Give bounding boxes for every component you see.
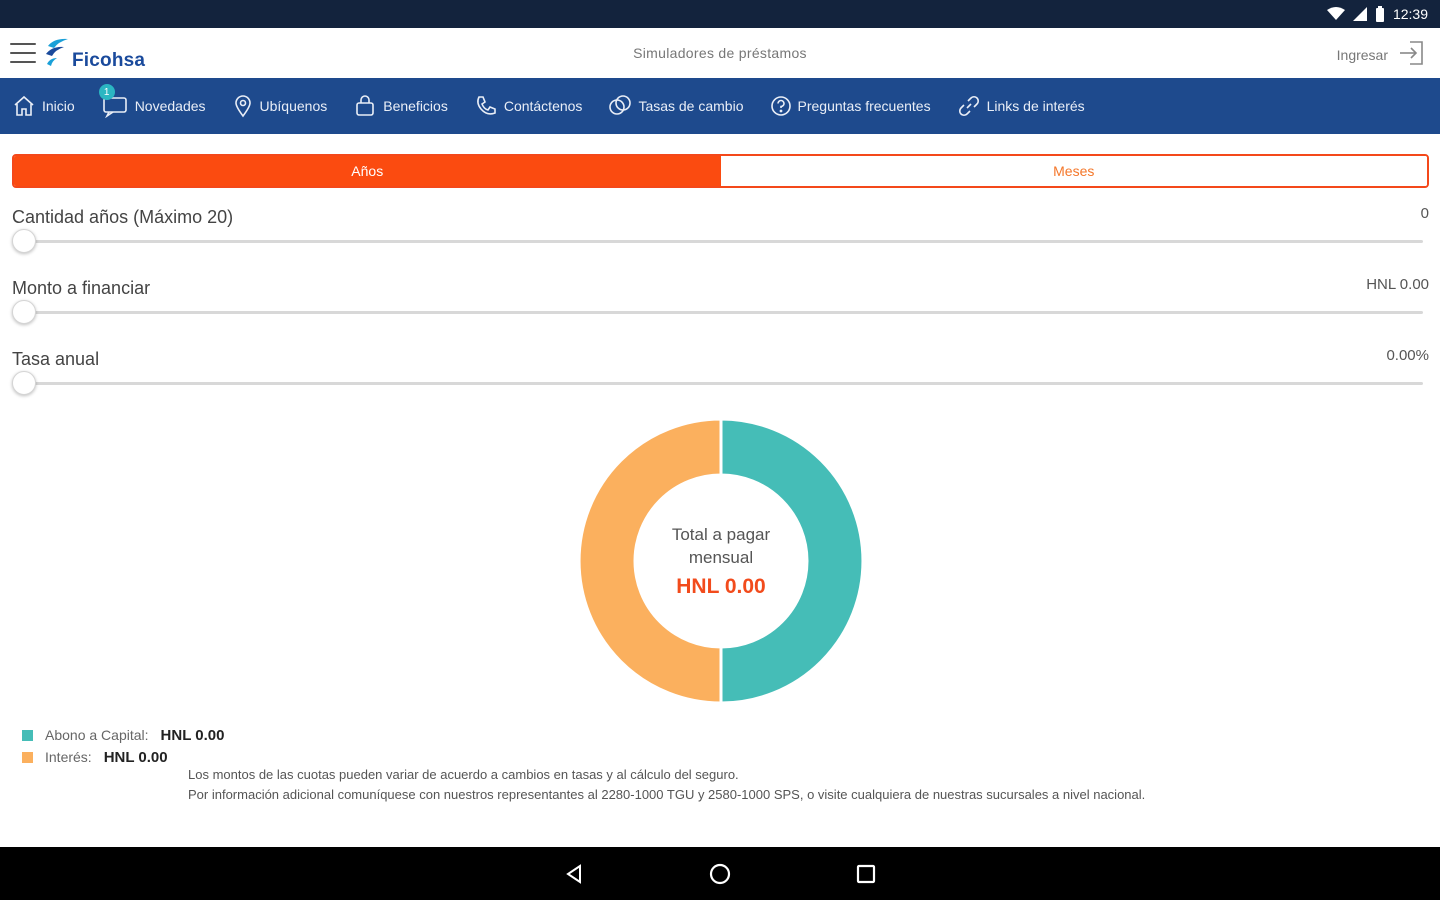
nav-label: Preguntas frecuentes xyxy=(797,98,931,114)
wifi-icon xyxy=(1326,7,1345,21)
nav-label: Links de interés xyxy=(986,98,1085,114)
slice-interes xyxy=(577,417,723,705)
slider-label: Cantidad años (Máximo 20) xyxy=(12,207,234,227)
login-icon xyxy=(1396,38,1426,71)
chart-legend: Abono a Capital: HNL 0.00 Interés: HNL 0… xyxy=(22,724,224,768)
slider-label: Tasa anual xyxy=(12,349,100,369)
tab-anos[interactable]: Años xyxy=(14,156,721,186)
location-pin-icon xyxy=(234,95,251,118)
back-icon xyxy=(566,863,581,884)
home-button[interactable] xyxy=(702,856,738,892)
slider-value: HNL 0.00 xyxy=(1366,276,1429,293)
notification-badge: 1 xyxy=(98,84,115,100)
back-button[interactable] xyxy=(556,856,592,892)
nav-item-inicio[interactable]: Inicio xyxy=(12,94,75,118)
legend-label: Interés: xyxy=(45,749,92,765)
nav-label: Ubíquenos xyxy=(259,98,328,114)
nav-label: Tasas de cambio xyxy=(638,98,744,114)
recents-icon xyxy=(856,864,876,883)
disclaimer-notes: Los montos de las cuotas pueden variar d… xyxy=(188,765,1145,805)
slider-thumb[interactable] xyxy=(12,229,36,253)
nav-item-links-de-interes[interactable]: Links de interés xyxy=(957,94,1085,118)
main-nav: Inicio 1 Novedades Ubíquenos Beneficios … xyxy=(0,78,1440,134)
login-label: Ingresar xyxy=(1336,46,1388,63)
link-icon xyxy=(958,95,979,117)
slider-track[interactable] xyxy=(18,240,1423,243)
brand-name: Ficohsa xyxy=(72,50,146,71)
nav-item-beneficios[interactable]: Beneficios xyxy=(353,94,448,118)
legend-value: HNL 0.00 xyxy=(103,748,168,766)
logo-mark-icon xyxy=(44,36,70,73)
menu-line xyxy=(10,43,36,45)
slider-track[interactable] xyxy=(18,311,1423,314)
nav-item-preguntas-frecuentes[interactable]: Preguntas frecuentes xyxy=(770,95,931,117)
legend-value: HNL 0.00 xyxy=(160,726,225,744)
nav-item-contactenos[interactable]: Contáctenos xyxy=(474,94,583,118)
question-icon xyxy=(770,96,791,116)
slider-value: 0.00% xyxy=(1386,347,1429,364)
slider-value: 0 xyxy=(1420,205,1429,222)
nav-label: Beneficios xyxy=(383,98,448,114)
slider-thumb[interactable] xyxy=(12,371,36,395)
disclaimer-line: Los montos de las cuotas pueden variar d… xyxy=(188,767,739,782)
page-title: Simuladores de préstamos xyxy=(633,45,807,61)
legend-item-abono-capital: Abono a Capital: HNL 0.00 xyxy=(22,724,224,746)
legend-label: Abono a Capital: xyxy=(45,727,149,743)
phone-icon xyxy=(476,96,496,115)
home-icon xyxy=(14,95,34,116)
nav-label: Inicio xyxy=(42,98,75,114)
slider-track[interactable] xyxy=(18,382,1423,385)
home-circle-icon xyxy=(709,863,731,884)
tab-meses[interactable]: Meses xyxy=(720,156,1427,186)
period-toggle: Años Meses xyxy=(12,154,1429,188)
slider-thumb[interactable] xyxy=(12,300,36,324)
login-button[interactable]: Ingresar xyxy=(1337,38,1426,71)
nav-label: Contáctenos xyxy=(503,98,583,114)
status-bar: 12:39 xyxy=(0,0,1440,28)
app-header: Ficohsa Simuladores de préstamos Ingresa… xyxy=(0,28,1440,78)
system-nav-bar xyxy=(0,847,1440,900)
legend-swatch xyxy=(22,729,33,741)
nav-label: Novedades xyxy=(134,98,206,114)
disclaimer-line: Por información adicional comuníquese co… xyxy=(188,787,1146,802)
payment-donut-chart: Total a pagar mensual HNL 0.00 xyxy=(577,417,865,705)
slice-abono-capital xyxy=(719,417,865,705)
menu-button[interactable] xyxy=(10,43,36,63)
battery-icon xyxy=(1375,6,1385,22)
exchange-icon xyxy=(609,95,632,115)
donut-svg xyxy=(577,417,865,705)
ficohsa-logo[interactable]: Ficohsa xyxy=(44,36,145,73)
signal-icon xyxy=(1352,7,1367,21)
legend-swatch xyxy=(22,751,33,763)
status-time: 12:39 xyxy=(1392,6,1428,22)
menu-line xyxy=(10,61,36,63)
slider-label: Monto a financiar xyxy=(12,278,151,298)
nav-item-novedades[interactable]: 1 Novedades xyxy=(98,84,206,118)
shopping-bag-icon xyxy=(356,95,375,116)
nav-item-tasas-de-cambio[interactable]: Tasas de cambio xyxy=(608,94,744,118)
recents-button[interactable] xyxy=(848,856,884,892)
menu-line xyxy=(10,52,36,54)
nav-item-ubiquenos[interactable]: Ubíquenos xyxy=(232,94,328,118)
